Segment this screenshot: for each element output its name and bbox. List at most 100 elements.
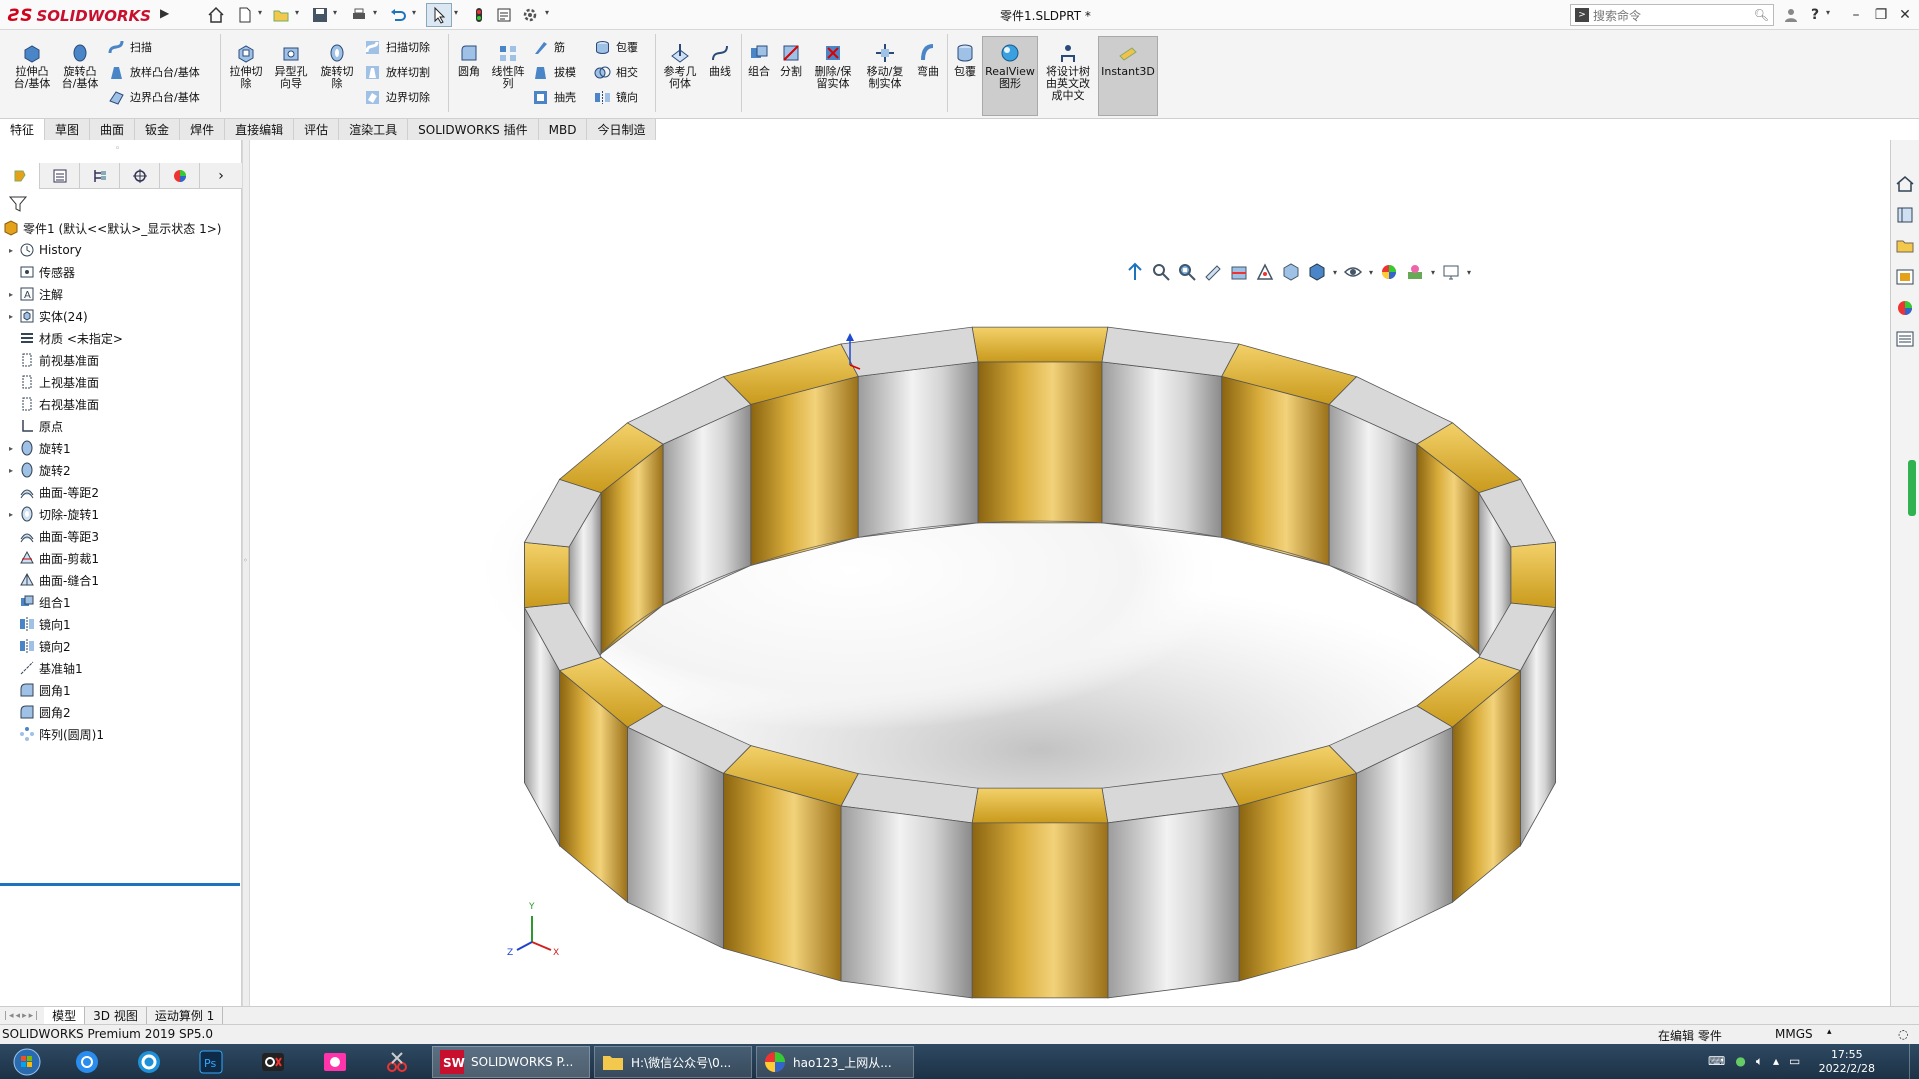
filter-icon[interactable] bbox=[8, 194, 28, 214]
tool-lofted-cut[interactable]: 放样切割 bbox=[364, 62, 430, 82]
tool-delete-keep-body[interactable]: 删除/保 留实体 bbox=[808, 42, 858, 90]
tree-expand-icon[interactable]: ▸ bbox=[4, 312, 18, 321]
tree-expand-icon[interactable]: ▸ bbox=[4, 444, 18, 453]
tree-item[interactable]: 传感器 bbox=[4, 261, 242, 283]
tree-expand-icon[interactable]: ▸ bbox=[4, 510, 18, 519]
undo-dropdown-icon[interactable]: ▾ bbox=[412, 8, 420, 22]
tool-rib[interactable]: 筋 bbox=[532, 37, 565, 57]
tree-item[interactable]: 上视基准面 bbox=[4, 371, 242, 393]
property-manager-tab-icon[interactable] bbox=[40, 163, 80, 189]
tab-evaluate[interactable]: 评估 bbox=[294, 119, 340, 140]
recorder-icon[interactable] bbox=[252, 1047, 294, 1077]
tab-render-tools[interactable]: 渲染工具 bbox=[339, 119, 409, 140]
tool-intersect[interactable]: 相交 bbox=[594, 62, 638, 82]
tool-revolve-cut[interactable]: 旋转切 除 bbox=[314, 42, 360, 90]
open-icon[interactable] bbox=[268, 3, 294, 27]
tree-item[interactable]: ▸ History bbox=[4, 239, 242, 261]
tree-item[interactable]: 曲面-等距2 bbox=[4, 481, 242, 503]
browser-e-icon[interactable] bbox=[128, 1047, 170, 1077]
tree-item[interactable]: ▸ 切除-旋转1 bbox=[4, 503, 242, 525]
rollback-bar[interactable] bbox=[0, 883, 240, 886]
tool-swept-cut[interactable]: 扫描切除 bbox=[364, 37, 430, 57]
tab-direct-editing[interactable]: 直接编辑 bbox=[225, 119, 295, 140]
status-tooltip-icon[interactable]: ◌ bbox=[1898, 1027, 1908, 1041]
show-desktop-button[interactable] bbox=[1909, 1044, 1919, 1079]
tool-sweep[interactable]: 扫描 bbox=[108, 37, 152, 57]
input-method-icon[interactable]: ● bbox=[1735, 1054, 1745, 1069]
tree-item[interactable]: 镜向1 bbox=[4, 613, 242, 635]
graphics-area[interactable]: ▾ ▾ ▾ ▾ ◧ ◨ – ❐ ✕ Y X bbox=[250, 140, 1890, 1006]
select-icon[interactable] bbox=[426, 3, 452, 27]
tab-features[interactable]: 特征 bbox=[0, 119, 46, 140]
tool-boundary-cut[interactable]: 边界切除 bbox=[364, 87, 430, 107]
tool-realview[interactable]: RealView 图形 bbox=[982, 42, 1038, 90]
tab-surfaces[interactable]: 曲面 bbox=[90, 119, 136, 140]
tree-item[interactable]: 组合1 bbox=[4, 591, 242, 613]
tab-weldments[interactable]: 焊件 bbox=[180, 119, 226, 140]
configuration-manager-tab-icon[interactable] bbox=[80, 163, 120, 189]
start-button-icon[interactable] bbox=[6, 1047, 48, 1077]
tool-extrude-boss[interactable]: 拉伸凸 台/基体 bbox=[8, 42, 56, 90]
tree-item[interactable]: 曲面-缝合1 bbox=[4, 569, 242, 591]
units-dropdown-icon[interactable]: ▴ bbox=[1827, 1027, 1832, 1037]
custom-properties-icon[interactable] bbox=[1894, 329, 1916, 349]
tree-item[interactable]: 镜向2 bbox=[4, 635, 242, 657]
user-icon[interactable] bbox=[1780, 4, 1802, 26]
search-icon[interactable]: 🔍︎ bbox=[1754, 8, 1769, 22]
volume-icon[interactable]: 🔈︎ bbox=[1756, 1054, 1763, 1069]
tree-item[interactable]: 前视基准面 bbox=[4, 349, 242, 371]
tree-item[interactable]: 基准轴1 bbox=[4, 657, 242, 679]
tool-mirror[interactable]: 镜向 bbox=[594, 87, 638, 107]
tree-item[interactable]: 曲面-剪裁1 bbox=[4, 547, 242, 569]
tab-3d-views[interactable]: 3D 视图 bbox=[85, 1006, 147, 1025]
tool-instant3d[interactable]: Instant3D bbox=[1098, 42, 1158, 78]
options-gear-icon[interactable] bbox=[517, 3, 543, 27]
close-button[interactable]: ✕ bbox=[1894, 4, 1916, 26]
tool-boundary-boss[interactable]: 边界凸台/基体 bbox=[108, 87, 200, 107]
tree-item[interactable]: ▸ A 注解 bbox=[4, 283, 242, 305]
solidworks-resources-icon[interactable] bbox=[1894, 174, 1916, 194]
tab-solidworks-addins[interactable]: SOLIDWORKS 插件 bbox=[408, 119, 539, 140]
help-dropdown-icon[interactable]: ▾ bbox=[1826, 8, 1834, 22]
tool-reference-geometry[interactable]: 参考几 何体 bbox=[658, 42, 702, 90]
tool-linear-pattern[interactable]: 线性阵 列 bbox=[486, 42, 530, 90]
view-palette-icon[interactable] bbox=[1894, 267, 1916, 287]
tree-item[interactable]: ▸ 旋转1 bbox=[4, 437, 242, 459]
options-dropdown-icon[interactable]: ▾ bbox=[545, 8, 553, 22]
rebuild-icon[interactable] bbox=[466, 3, 492, 27]
tool-revolve-boss[interactable]: 旋转凸 台/基体 bbox=[56, 42, 104, 90]
baidu-netdisk-icon[interactable] bbox=[66, 1047, 108, 1077]
tree-expand-icon[interactable]: ▸ bbox=[4, 290, 18, 299]
keyboard-icon[interactable]: ⌨ bbox=[1708, 1054, 1725, 1069]
taskbar-item-solidworks[interactable]: SW SOLIDWORKS P... bbox=[432, 1046, 590, 1078]
tool-extrude-cut[interactable]: 拉伸切 除 bbox=[224, 42, 268, 90]
tool-curves[interactable]: 曲线 bbox=[704, 42, 736, 78]
tool-draft[interactable]: 拔模 bbox=[532, 62, 576, 82]
picture-viewer-icon[interactable] bbox=[314, 1047, 356, 1077]
tree-item[interactable]: 材质 <未指定> bbox=[4, 327, 242, 349]
save-icon[interactable] bbox=[307, 3, 333, 27]
photoshop-icon[interactable]: Ps bbox=[190, 1047, 232, 1077]
network-icon[interactable]: ▭ bbox=[1789, 1054, 1800, 1069]
tab-mbd[interactable]: MBD bbox=[538, 119, 588, 140]
tab-scroll-arrows-icon[interactable]: |◂◂▸▸| bbox=[0, 1011, 44, 1021]
tool-loft-boss[interactable]: 放样凸台/基体 bbox=[108, 62, 200, 82]
panel-splitter[interactable]: ◦ bbox=[242, 140, 250, 1006]
new-document-icon[interactable] bbox=[232, 3, 258, 27]
menu-expand-icon[interactable]: ▶ bbox=[160, 6, 169, 20]
save-dropdown-icon[interactable]: ▾ bbox=[333, 8, 341, 22]
tab-sketch[interactable]: 草图 bbox=[45, 119, 91, 140]
ring-model[interactable] bbox=[250, 140, 1890, 1006]
tab-motion-study[interactable]: 运动算例 1 bbox=[147, 1006, 224, 1025]
appearances-scenes-icon[interactable] bbox=[1894, 298, 1916, 318]
tool-flex[interactable]: 弯曲 bbox=[912, 42, 944, 78]
minimize-button[interactable]: – bbox=[1845, 4, 1867, 26]
taskbar-clock[interactable]: 17:55 2022/2/28 bbox=[1819, 1048, 1875, 1076]
taskbar-item-browser[interactable]: hao123_上网从... bbox=[756, 1046, 914, 1078]
print-icon[interactable] bbox=[346, 3, 372, 27]
tree-expand-icon[interactable]: ▸ bbox=[4, 466, 18, 475]
panel-more-icon[interactable]: › bbox=[200, 163, 242, 189]
tree-item[interactable]: 右视基准面 bbox=[4, 393, 242, 415]
solidworks-logo[interactable]: ƧS SOLIDWORKS bbox=[8, 4, 158, 28]
tool-split[interactable]: 分割 bbox=[776, 42, 806, 78]
